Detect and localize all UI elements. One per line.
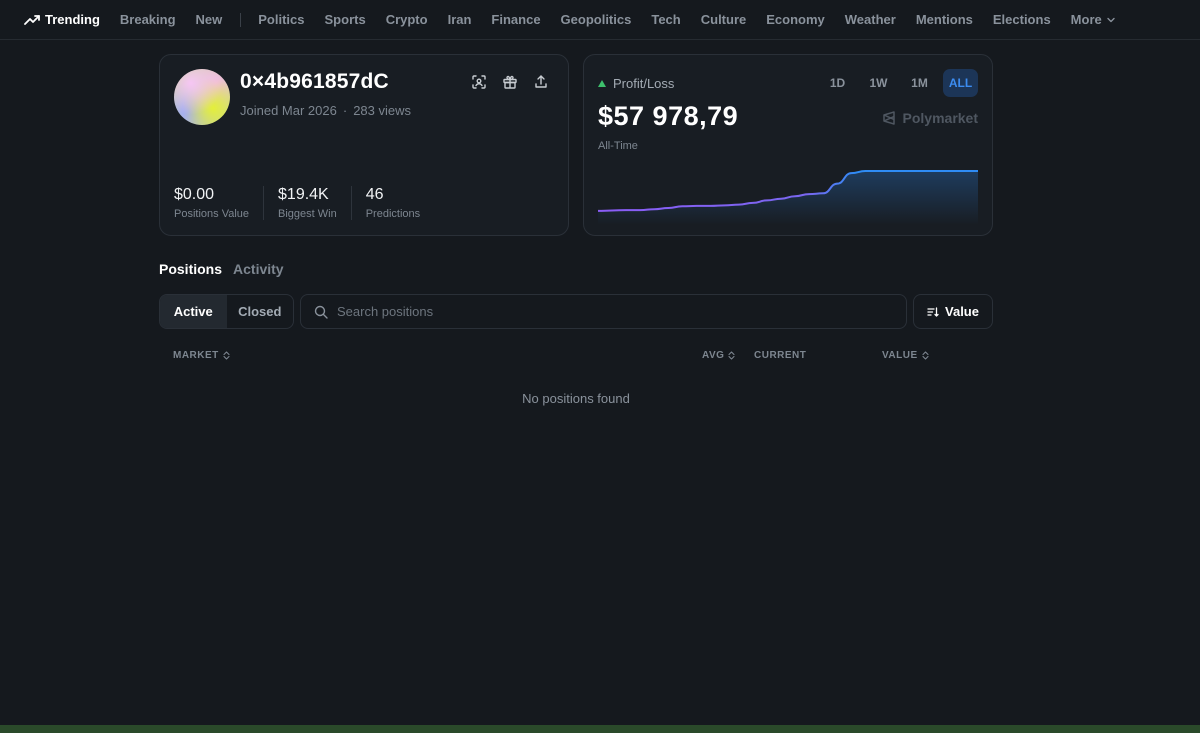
search-icon <box>314 305 328 319</box>
nav-item-geopolitics[interactable]: Geopolitics <box>561 12 632 27</box>
joined-date: Joined Mar 2026 <box>240 103 337 118</box>
empty-state-message: No positions found <box>522 391 630 406</box>
gift-icon[interactable] <box>502 74 518 90</box>
nav-item-breaking[interactable]: Breaking <box>120 12 176 27</box>
up-triangle-icon <box>598 80 606 87</box>
range-tab-all[interactable]: ALL <box>943 69 978 97</box>
profile-meta: Joined Mar 2026 · 283 views <box>240 103 411 118</box>
column-header-current: CURRENT <box>754 350 806 361</box>
avatar <box>174 69 230 125</box>
meta-separator: · <box>342 103 348 118</box>
search-box <box>300 294 907 329</box>
scan-icon[interactable] <box>471 74 487 90</box>
nav-item-sports[interactable]: Sports <box>325 12 366 27</box>
nav-item-weather[interactable]: Weather <box>845 12 896 27</box>
filter-closed-button[interactable]: Closed <box>227 295 294 328</box>
nav-item-politics[interactable]: Politics <box>258 12 304 27</box>
column-label: CURRENT <box>754 350 807 361</box>
nav-item-label: Trending <box>45 12 100 27</box>
column-label: AVG <box>702 350 725 361</box>
stat-value: $19.4K <box>278 186 329 203</box>
range-tab-1d[interactable]: 1D <box>820 69 855 97</box>
page-tabs: Positions Activity <box>159 261 295 277</box>
trending-icon <box>24 14 40 25</box>
chevron-down-icon <box>1107 17 1115 22</box>
nav-item-finance[interactable]: Finance <box>491 12 540 27</box>
polymarket-logo-icon <box>882 111 895 125</box>
taskbar-edge <box>0 725 1200 733</box>
stat-label: Positions Value <box>174 208 250 220</box>
view-count: 283 views <box>353 103 411 118</box>
nav-item-tech[interactable]: Tech <box>651 12 680 27</box>
nav-more-button[interactable]: More <box>1071 12 1116 27</box>
stat-positions-value: $0.00 Positions Value <box>174 186 265 220</box>
range-tab-1w[interactable]: 1W <box>861 69 896 97</box>
nav-item-culture[interactable]: Culture <box>701 12 747 27</box>
column-label: MARKET <box>173 350 219 361</box>
stat-label: Biggest Win <box>278 208 337 220</box>
profile-stats: $0.00 Positions Value $19.4K Biggest Win… <box>174 186 448 220</box>
nav-divider <box>240 12 242 27</box>
sort-updown-icon <box>922 351 929 360</box>
nav-item-elections[interactable]: Elections <box>993 12 1051 27</box>
stat-value: 46 <box>365 186 384 203</box>
pnl-label: Profit/Loss <box>613 76 675 91</box>
nav-item-mentions[interactable]: Mentions <box>916 12 973 27</box>
username: 0×4b961857dC <box>240 70 389 93</box>
nav-item-iran[interactable]: Iran <box>448 12 472 27</box>
sort-value-button[interactable]: Value <box>913 294 993 329</box>
sort-updown-icon <box>223 351 230 360</box>
stat-biggest-win: $19.4K Biggest Win <box>278 186 352 220</box>
pnl-chart <box>598 170 978 225</box>
nav-item-trending[interactable]: Trending <box>24 12 100 27</box>
range-tabs: 1D 1W 1M ALL <box>814 69 978 97</box>
sort-label: Value <box>945 304 979 319</box>
pnl-value: $57 978,79 <box>598 101 739 131</box>
tab-activity[interactable]: Activity <box>233 261 284 277</box>
stat-value: $0.00 <box>174 186 215 203</box>
nav-more-label: More <box>1070 12 1102 27</box>
nav-item-new[interactable]: New <box>196 12 223 27</box>
stat-label: Predictions <box>365 208 421 220</box>
brand: Polymarket <box>881 110 978 126</box>
filter-active-button[interactable]: Active <box>160 295 227 328</box>
top-nav: Trending Breaking New Politics Sports Cr… <box>0 0 1200 40</box>
tab-positions[interactable]: Positions <box>159 261 222 277</box>
nav-item-crypto[interactable]: Crypto <box>386 12 428 27</box>
column-label: VALUE <box>882 350 918 361</box>
sort-icon <box>927 306 939 317</box>
pnl-card: Profit/Loss 1D 1W 1M ALL $57 978,79 All-… <box>583 54 993 236</box>
status-segmented-control: Active Closed <box>159 294 294 329</box>
column-header-market[interactable]: MARKET <box>173 350 231 361</box>
column-header-avg[interactable]: AVG <box>702 350 736 361</box>
profile-card: 0×4b961857dC Joined Mar 2026 · 283 views $… <box>159 54 569 236</box>
column-header-value[interactable]: VALUE <box>882 350 930 361</box>
pnl-header: Profit/Loss <box>598 76 674 91</box>
brand-name: Polymarket <box>902 110 978 126</box>
pnl-period: All-Time <box>598 140 638 152</box>
stat-predictions: 46 Predictions <box>366 186 434 220</box>
nav-item-economy[interactable]: Economy <box>766 12 825 27</box>
sort-updown-icon <box>728 351 735 360</box>
search-input[interactable] <box>337 304 877 319</box>
share-icon[interactable] <box>533 74 549 90</box>
range-tab-1m[interactable]: 1M <box>902 69 937 97</box>
